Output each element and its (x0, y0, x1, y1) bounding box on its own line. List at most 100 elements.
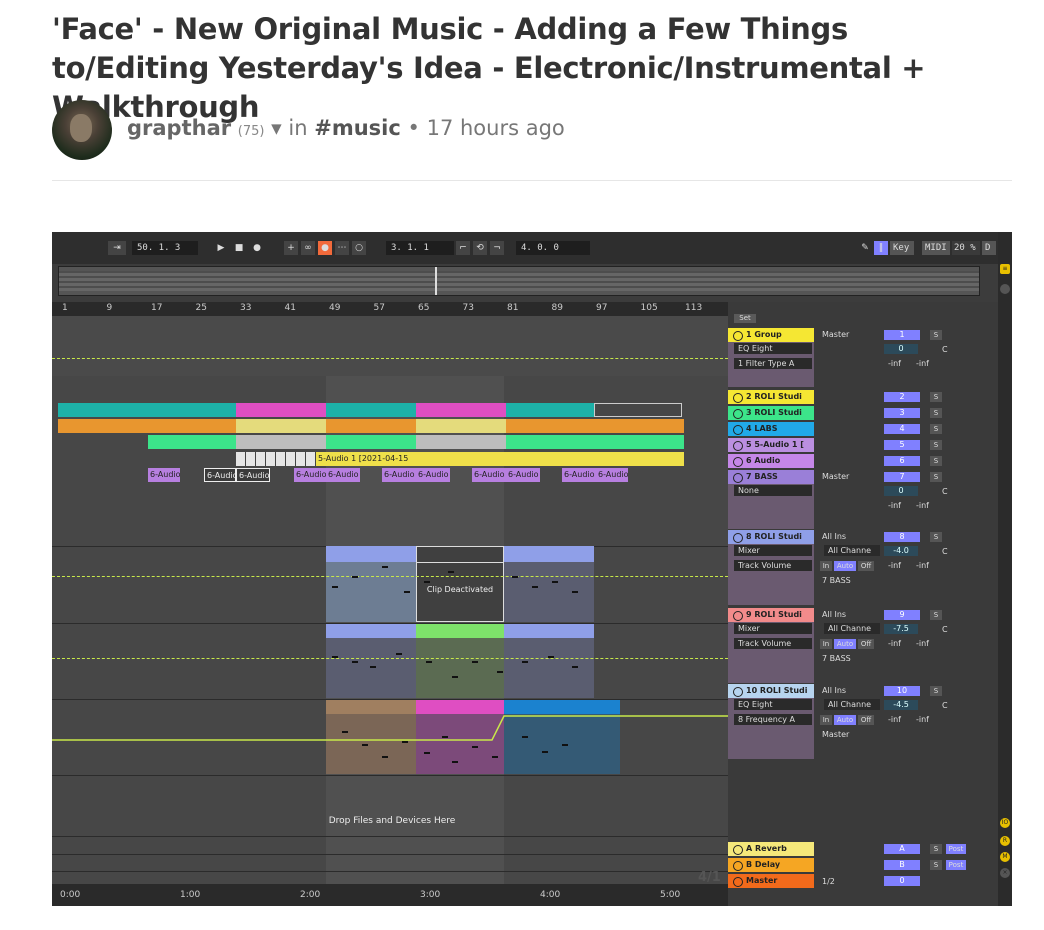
track-number[interactable]: 1 (884, 330, 920, 340)
volume-field[interactable]: 0 (884, 344, 918, 354)
track-routing[interactable]: All Ins (818, 685, 880, 696)
bar-ruler[interactable]: 1 9 17 25 33 41 49 57 65 73 81 89 97 105 113 (52, 302, 728, 316)
clip[interactable] (326, 435, 416, 449)
metronome-icon[interactable]: ○ (352, 241, 366, 255)
track-number[interactable]: 10 (884, 686, 920, 696)
menu-icon[interactable]: ≡ (1000, 264, 1010, 274)
track-routing[interactable]: All Ins (818, 609, 880, 620)
time-ruler[interactable]: 0:00 1:00 2:00 3:00 4:00 5:00 (52, 884, 728, 906)
loop-icon[interactable]: ⋯ (335, 241, 349, 255)
clip[interactable] (416, 419, 506, 433)
clip-6-audio[interactable]: 6-Audio (506, 468, 540, 482)
off-button[interactable]: Off (858, 639, 874, 649)
track-name[interactable]: 4 LABS (728, 422, 814, 436)
clip-6-audio[interactable]: 6-Audio (596, 468, 628, 482)
clip-6-audio[interactable]: 6-Audio (204, 468, 236, 482)
record-icon[interactable]: ● (250, 241, 264, 255)
punch-in-icon[interactable]: ⌐ (456, 241, 470, 255)
tempo-display[interactable]: 50. 1. 3 (132, 241, 198, 255)
chevron-down-icon[interactable]: ▾ (271, 116, 282, 140)
solo-button[interactable]: S (930, 610, 942, 620)
track-device[interactable]: None (734, 485, 812, 496)
track-channel[interactable]: All Channe (824, 545, 880, 556)
automation-icon[interactable]: ∞ (301, 241, 315, 255)
track-number[interactable]: 2 (884, 392, 920, 402)
post-button[interactable]: Post (946, 844, 966, 854)
track-number[interactable]: 3 (884, 408, 920, 418)
solo-button[interactable]: S (930, 686, 942, 696)
disk-button[interactable]: D (982, 241, 996, 255)
clip-6-audio[interactable]: 6-Audio (562, 468, 596, 482)
auto-button[interactable]: Auto (834, 639, 856, 649)
loop-toggle-icon[interactable]: ⟲ (473, 241, 487, 255)
track-param[interactable]: 8 Frequency A (734, 714, 812, 725)
return-name[interactable]: A Reverb (728, 842, 814, 856)
track-device[interactable]: Mixer (734, 623, 812, 634)
volume-field[interactable]: -4.0 (884, 546, 918, 556)
track-name[interactable]: 5 5-Audio 1 [ (728, 438, 814, 452)
pan-field[interactable]: C (942, 487, 948, 496)
solo-button[interactable]: S (930, 532, 942, 542)
volume-field[interactable]: -4.5 (884, 700, 918, 710)
m-icon[interactable]: M (1000, 852, 1010, 862)
punch-out-icon[interactable]: ¬ (490, 241, 504, 255)
track-name[interactable]: 9 ROLI Studi (728, 608, 814, 622)
arrangement-lanes[interactable]: 5-Audio 1 [2021-04-15 6-Audio 6-Audio 6-… (52, 316, 728, 885)
clip-6-audio[interactable]: 6-Audio (326, 468, 360, 482)
draw-mode-icon[interactable]: ✎ (858, 241, 872, 255)
solo-button[interactable]: S (930, 456, 942, 466)
clip-6-audio[interactable]: 6-Audio (416, 468, 450, 482)
pause-icon[interactable] (1000, 284, 1010, 294)
return-name[interactable]: B Delay (728, 858, 814, 872)
author-avatar[interactable] (52, 100, 112, 160)
track-number[interactable]: 9 (884, 610, 920, 620)
clip-6-audio[interactable]: 6-Audio (236, 468, 270, 482)
track-channel[interactable]: All Channe (824, 623, 880, 634)
clip[interactable] (148, 435, 236, 449)
in-button[interactable]: In (820, 639, 832, 649)
master-routing[interactable]: 1/2 (818, 876, 880, 887)
in-button[interactable]: In (820, 715, 832, 725)
track-param[interactable]: 1 Filter Type A (734, 358, 812, 369)
track-name[interactable]: 3 ROLI Studi (728, 406, 814, 420)
track-name[interactable]: 6 Audio (728, 454, 814, 468)
track-output[interactable]: Master (818, 729, 880, 740)
solo-button[interactable]: S (930, 392, 942, 402)
clip[interactable] (506, 419, 684, 433)
midi-clip[interactable] (504, 624, 594, 698)
track-number[interactable]: 6 (884, 456, 920, 466)
clip-6-audio[interactable]: 6-Audio (472, 468, 506, 482)
return-number[interactable]: B (884, 860, 920, 870)
solo-button[interactable]: S (930, 844, 942, 854)
play-icon[interactable]: ▶ (214, 241, 228, 255)
loop-length-display[interactable]: 4. 0. 0 (516, 241, 590, 255)
track-number[interactable]: 4 (884, 424, 920, 434)
solo-button[interactable]: S (930, 860, 942, 870)
return-name[interactable]: Master (728, 874, 814, 888)
x-icon[interactable]: × (1000, 868, 1010, 878)
pan-field[interactable]: C (942, 547, 948, 556)
post-button[interactable]: Post (946, 860, 966, 870)
community-link[interactable]: #music (314, 116, 401, 140)
solo-button[interactable]: S (930, 424, 942, 434)
off-button[interactable]: Off (858, 561, 874, 571)
return-number[interactable]: A (884, 844, 920, 854)
track-name[interactable]: 7 BASS (728, 470, 814, 484)
clip-6-audio[interactable]: 6-Audio (294, 468, 326, 482)
track-number[interactable]: 8 (884, 532, 920, 542)
solo-button[interactable]: S (930, 472, 942, 482)
track-number[interactable]: 5 (884, 440, 920, 450)
io-icon[interactable]: IO (1000, 818, 1010, 828)
r-icon[interactable]: R (1000, 836, 1010, 846)
auto-button[interactable]: Auto (834, 715, 856, 725)
pause-icon[interactable]: ‖ (874, 241, 888, 255)
track-routing[interactable]: All Ins (818, 531, 880, 542)
position-display[interactable]: 3. 1. 1 (386, 241, 454, 255)
track-output[interactable]: 7 BASS (818, 653, 880, 664)
deactivated-clip[interactable]: Clip Deactivated (416, 546, 504, 622)
author-link[interactable]: grapthar (127, 116, 231, 140)
track-channel[interactable]: All Channe (824, 699, 880, 710)
clip[interactable] (416, 403, 506, 417)
clip[interactable] (236, 403, 326, 417)
clip-6-audio[interactable]: 6-Audio (382, 468, 416, 482)
